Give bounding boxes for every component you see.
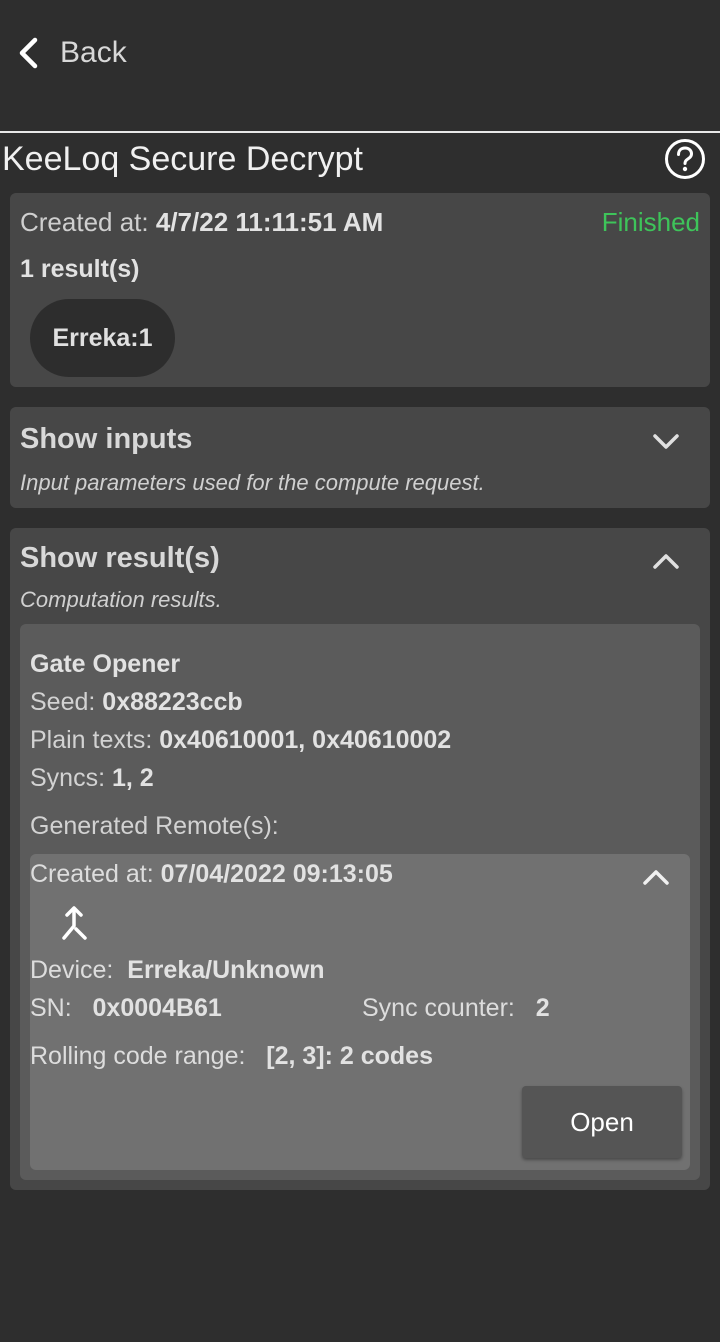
created-row: Created at: 4/7/22 11:11:51 AM [20, 207, 383, 238]
plain-texts-label: Plain texts: [30, 726, 153, 754]
header-divider [0, 131, 720, 133]
chevron-down-icon[interactable] [650, 431, 682, 453]
created-label: Created at: [20, 207, 149, 237]
status-badge: Finished [601, 207, 700, 237]
back-label: Back [60, 36, 127, 69]
seed-label: Seed: [30, 688, 96, 716]
device-label: Device: [30, 956, 114, 984]
chevron-up-icon[interactable] [640, 866, 672, 888]
top-bar: Back [0, 0, 720, 132]
remote-created-value: 07/04/2022 09:13:05 [160, 860, 393, 888]
result-card: Gate Opener Seed: 0x88223ccb Plain texts… [20, 624, 700, 1180]
results-title[interactable]: Show result(s) [20, 542, 220, 575]
device-row: Device: Erreka/Unknown [30, 956, 325, 985]
sync-counter-value: 2 [535, 994, 550, 1022]
syncs-row: Syncs: 1, 2 [30, 764, 154, 793]
result-chip[interactable]: Erreka:1 [30, 299, 175, 377]
help-circle-icon[interactable] [664, 138, 706, 180]
remote-created-row: Created at: 07/04/2022 09:13:05 [30, 860, 393, 889]
remote-card: Created at: 07/04/2022 09:13:05 Device: … [30, 854, 690, 1170]
sync-counter-label: Sync counter: [362, 994, 515, 1022]
sync-counter-row: Sync counter: 2 [362, 994, 550, 1023]
seed-value: 0x88223ccb [102, 688, 243, 716]
seed-row: Seed: 0x88223ccb [30, 688, 243, 717]
result-name: Gate Opener [30, 650, 181, 678]
sn-value: 0x0004B61 [92, 994, 222, 1022]
status-card: Created at: 4/7/22 11:11:51 AM Finished … [10, 193, 710, 387]
plain-texts-value: 0x40610001, 0x40610002 [159, 726, 452, 754]
sn-label: SN: [30, 994, 72, 1022]
rolling-code-row: Rolling code range: [2, 3]: 2 codes [30, 1042, 433, 1071]
sn-row: SN: 0x0004B61 [30, 994, 222, 1023]
result-count: 1 result(s) [20, 255, 140, 283]
open-button[interactable]: Open [522, 1086, 682, 1158]
created-value: 4/7/22 11:11:51 AM [155, 207, 384, 237]
inputs-subtitle: Input parameters used for the compute re… [20, 470, 485, 495]
syncs-label: Syncs: [30, 764, 106, 792]
back-button[interactable]: Back [16, 30, 127, 76]
results-subtitle: Computation results. [20, 587, 222, 612]
device-value: Erreka/Unknown [127, 956, 325, 984]
chevron-up-icon[interactable] [650, 550, 682, 572]
remote-created-label: Created at: [30, 860, 154, 888]
syncs-value: 1, 2 [111, 764, 154, 792]
results-section: Show result(s) Computation results. Gate… [10, 528, 710, 1190]
generated-remotes-label: Generated Remote(s): [30, 812, 279, 840]
plain-texts-row: Plain texts: 0x40610001, 0x40610002 [30, 726, 451, 755]
rolling-code-label: Rolling code range: [30, 1042, 246, 1070]
page-title: KeeLoq Secure Decrypt [2, 140, 363, 178]
inputs-title: Show inputs [20, 423, 193, 455]
inputs-section[interactable]: Show inputs Input parameters used for th… [10, 407, 710, 508]
merge-arrow-icon [62, 906, 87, 940]
rolling-code-value: [2, 3]: 2 codes [266, 1042, 433, 1070]
chevron-left-icon [19, 37, 38, 69]
